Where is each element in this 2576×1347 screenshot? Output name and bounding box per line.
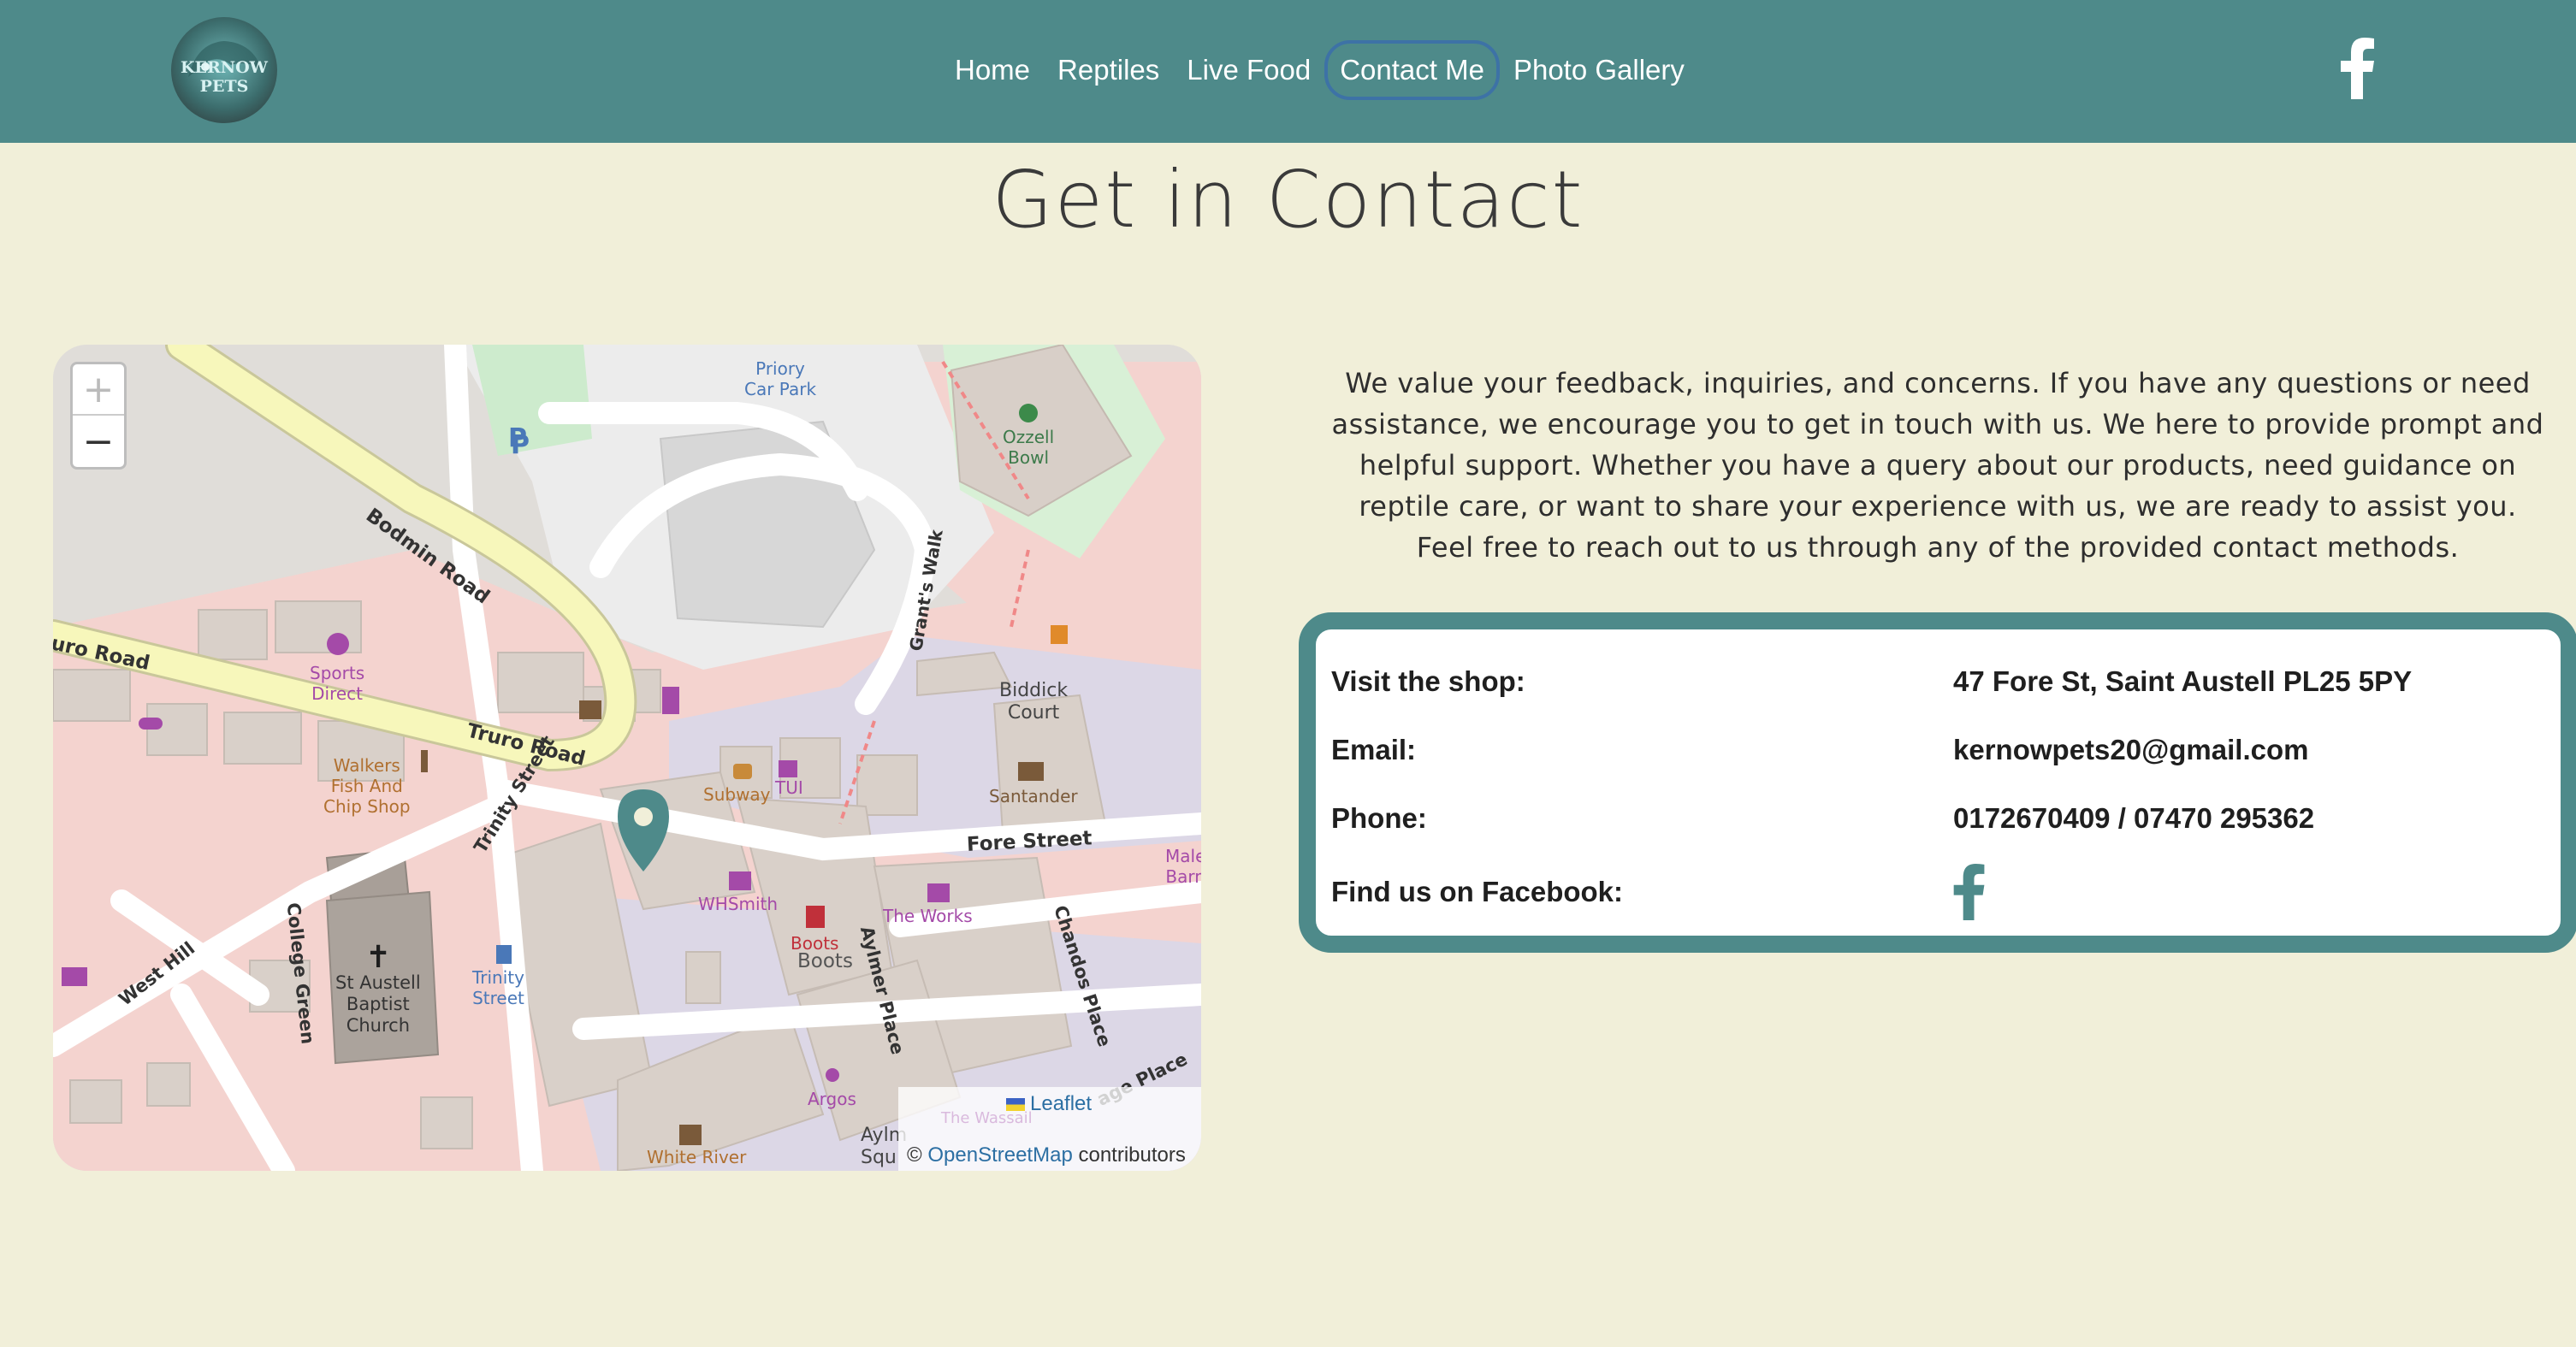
- address-label: Visit the shop:: [1331, 665, 1525, 697]
- map-label-argos: Argos: [808, 1089, 856, 1109]
- map-label-sports-direct: Sports Direct: [310, 663, 365, 704]
- kernow-pets-logo[interactable]: KERNOW PETS: [171, 17, 277, 123]
- map-label-priory-car-park: Priory Car Park: [744, 358, 817, 399]
- location-map[interactable]: P ✝ Priory Car Park Ozzell Bowl Bodmin R…: [53, 345, 1201, 1171]
- map-label-subway: Subway: [703, 784, 771, 805]
- map-label-boots: Boots: [797, 950, 853, 972]
- facebook-icon[interactable]: [2341, 38, 2375, 99]
- contact-row-email: Email: kernowpets20@gmail.com: [1331, 734, 2545, 766]
- map-label-baptist-church: St Austell Baptist Church: [335, 972, 421, 1037]
- map-label-whsmith: WHSmith: [698, 894, 779, 914]
- nav-live-food[interactable]: Live Food: [1173, 40, 1324, 100]
- leaflet-link[interactable]: Leaflet: [1006, 1092, 1092, 1116]
- parking-icon: P: [508, 423, 527, 453]
- contact-row-facebook: Find us on Facebook:: [1331, 864, 2545, 920]
- map-label-male-barn: Male Barn: [1165, 846, 1201, 887]
- navbar: KERNOW PETS Home Reptiles Live Food Cont…: [0, 0, 2576, 143]
- phone-value[interactable]: 0172670409 / 07470 295362: [1953, 802, 2314, 835]
- zoom-in-button[interactable]: +: [73, 364, 124, 416]
- logo-text: KERNOW PETS: [180, 58, 269, 96]
- contact-details-card: Visit the shop: 47 Fore St, Saint Austel…: [1299, 612, 2576, 953]
- map-label-the-works: The Works: [883, 906, 973, 926]
- map-label-biddick-court: Biddick Court: [999, 680, 1069, 724]
- map-label-ozzell-bowl: Ozzell Bowl: [1003, 427, 1055, 468]
- map-label-white-river: White River: [647, 1147, 747, 1167]
- map-zoom-controls: + −: [70, 362, 127, 470]
- nav-home[interactable]: Home: [941, 40, 1044, 100]
- nav-contact-me[interactable]: Contact Me: [1324, 40, 1500, 100]
- ukraine-flag-icon: [1006, 1098, 1025, 1112]
- svg-text:✝: ✝: [365, 940, 391, 975]
- map-tiles: P ✝: [53, 345, 1201, 1171]
- map-label-tui: TUI: [775, 777, 803, 798]
- address-value: 47 Fore St, Saint Austell PL25 5PY: [1953, 665, 2413, 697]
- phone-label: Phone:: [1331, 802, 1427, 834]
- intro-text: We value your feedback, inquiries, and c…: [1331, 367, 2544, 564]
- zoom-out-button[interactable]: −: [73, 416, 124, 467]
- email-label: Email:: [1331, 734, 1417, 765]
- contact-row-phone: Phone: 0172670409 / 07470 295362: [1331, 802, 2545, 835]
- nav-reptiles[interactable]: Reptiles: [1044, 40, 1173, 100]
- map-attribution: The Wassail Leaflet © OpenStreetMap cont…: [898, 1087, 1201, 1171]
- map-label-walkers: Walkers Fish And Chip Shop: [323, 755, 411, 817]
- facebook-label: Find us on Facebook:: [1331, 876, 1624, 907]
- openstreetmap-link[interactable]: OpenStreetMap: [927, 1143, 1072, 1167]
- nav-photo-gallery[interactable]: Photo Gallery: [1500, 40, 1698, 100]
- facebook-icon[interactable]: [1953, 864, 1986, 920]
- main-nav: Home Reptiles Live Food Contact Me Photo…: [941, 38, 1698, 103]
- page-title: Get in Contact: [992, 154, 1584, 245]
- osm-attribution: © OpenStreetMap contributors: [907, 1143, 1186, 1167]
- contact-row-address: Visit the shop: 47 Fore St, Saint Austel…: [1331, 665, 2545, 698]
- map-label-santander: Santander: [989, 786, 1078, 806]
- email-value[interactable]: kernowpets20@gmail.com: [1953, 734, 2308, 766]
- map-label-trinity-street-stop: Trinity Street: [472, 967, 524, 1008]
